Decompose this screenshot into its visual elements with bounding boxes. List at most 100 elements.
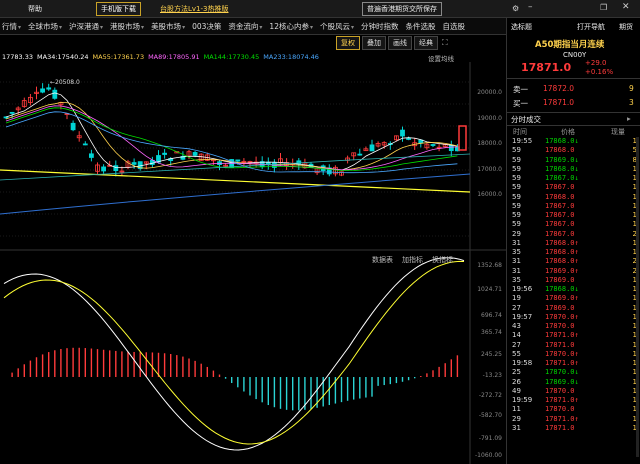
trade-price: 17870.0 xyxy=(545,386,575,395)
nav-item[interactable]: 资金流向 xyxy=(228,21,262,32)
candle-body xyxy=(82,143,88,146)
nav-item[interactable]: 港股市场 xyxy=(110,21,144,32)
trade-time: 19 xyxy=(512,294,521,303)
trade-price: 17869.0 xyxy=(545,303,575,312)
nav-item[interactable]: 003决策 xyxy=(192,21,221,32)
price-change: +29.0 xyxy=(585,59,607,67)
nav-item[interactable]: 条件选股 xyxy=(406,21,436,32)
tab-search-ad[interactable]: 普遍香港期货交所保存 xyxy=(362,2,442,16)
trade-price: 17870.0 xyxy=(545,405,575,414)
candle-body xyxy=(369,144,375,152)
trade-time: 59 xyxy=(512,211,521,219)
trade-direction-icon: ↑ xyxy=(574,266,579,275)
trade-price: 17870.0↑ xyxy=(545,349,579,358)
trade-price: 17868.0↑ xyxy=(545,238,579,247)
draw-button[interactable]: 画线 xyxy=(388,36,412,50)
nav-item[interactable]: 行情 xyxy=(2,21,21,32)
chart-toolbar: 复权 叠加 画线 经典 ⛶ xyxy=(336,35,506,51)
fullscreen-icon[interactable]: ⛶ xyxy=(442,38,448,48)
restore-icon[interactable]: ❐ xyxy=(600,3,607,12)
nav-item[interactable]: 分钟时指数 xyxy=(361,21,399,32)
indicator-tab-switch[interactable]: 换指标 xyxy=(432,255,453,265)
last-price: 17871.0 xyxy=(521,61,572,74)
classic-button[interactable]: 经典 xyxy=(414,36,438,50)
price-tick: 16000.0 xyxy=(477,191,502,198)
trade-row: 27 17871.0 1 xyxy=(507,341,640,350)
header-price: 价格 xyxy=(561,128,575,136)
kline-chart[interactable]: 20000.0 19000.0 18000.0 17000.0 16000.0 1352.… xyxy=(0,62,506,464)
candle-body xyxy=(40,88,45,93)
trade-price: 17867.0 xyxy=(545,183,575,192)
trade-direction-icon: ↓ xyxy=(574,164,579,173)
nav-item[interactable]: 全球市场 xyxy=(28,21,62,32)
price-tick: 17000.0 xyxy=(477,166,502,173)
ask-label: 卖一 xyxy=(513,85,528,94)
trade-time: 59 xyxy=(512,183,521,192)
header-time: 时间 xyxy=(513,128,527,136)
trade-row: 59 17869.0↓ 8 xyxy=(507,156,640,165)
nav-item[interactable]: 沪深港通 xyxy=(69,21,103,32)
trade-price: 17871.0 xyxy=(545,340,575,349)
trade-row: 59 17868.0↓ 1 xyxy=(507,165,640,174)
indicator-tab-data[interactable]: 数据表 xyxy=(372,255,393,265)
trade-row: 19:58 17871.0↑ 1 xyxy=(507,359,640,368)
ma-value: MA233:18074.46 xyxy=(263,53,319,61)
candle-body xyxy=(162,152,168,155)
trade-time: 59 xyxy=(512,192,521,201)
trade-time: 19:59 xyxy=(512,396,533,404)
trade-time: 31 xyxy=(512,423,521,432)
trade-time: 19:55 xyxy=(512,137,533,145)
nav-item[interactable]: 12核心内参 xyxy=(269,21,313,32)
trade-time: 29 xyxy=(512,414,521,423)
trade-time: 59 xyxy=(512,220,521,229)
ma-value: MA144:17730.45 xyxy=(203,53,260,61)
scrollbar[interactable] xyxy=(636,137,639,457)
trade-price: 17868.0↑ xyxy=(545,248,579,256)
adjust-button[interactable]: 复权 xyxy=(336,36,360,50)
trade-time: 35 xyxy=(512,275,521,284)
trade-direction-icon: ↑ xyxy=(574,349,579,358)
trade-list[interactable]: 19:55 17868.0↓ 1 59 17868.0 5 59 17869.0↓ 8 59 178… xyxy=(507,137,640,433)
trade-direction-icon: ↑ xyxy=(574,312,579,321)
trade-row: 43 17870.0 1 xyxy=(507,322,640,331)
trade-time: 59 xyxy=(512,164,521,173)
nav-item[interactable]: 自选股 xyxy=(443,21,466,32)
trade-price: 17870.0 xyxy=(545,322,575,330)
tab-promo[interactable]: 台股方法Lv1-3热推版 xyxy=(160,4,228,14)
candle-body xyxy=(406,138,412,140)
nav-item[interactable]: 个股风云 xyxy=(320,21,354,32)
settings-icon[interactable]: ⚙ xyxy=(512,4,519,13)
right-tab-nav[interactable]: 打开导航 xyxy=(577,22,605,32)
trade-price: 17867.0 xyxy=(545,211,575,219)
right-tab-title[interactable]: 选标题 xyxy=(511,22,532,32)
close-icon[interactable]: ✕ xyxy=(622,2,630,12)
trade-price: 17871.0↑ xyxy=(545,414,579,423)
trade-row: 59 17867.0 1 xyxy=(507,183,640,192)
trade-row: 14 17871.0↑ 1 xyxy=(507,331,640,340)
trade-direction-icon: ↑ xyxy=(574,414,579,423)
trade-time: 11 xyxy=(512,405,521,414)
overlay-button[interactable]: 叠加 xyxy=(362,36,386,50)
peak-label: ←20508.0 xyxy=(50,79,80,86)
expand-icon[interactable]: ▸ xyxy=(627,114,631,123)
nav-item[interactable]: 美股市场 xyxy=(151,21,185,32)
trade-direction-icon: ↓ xyxy=(574,155,579,164)
trade-time: 27 xyxy=(512,303,521,312)
tab-mobile-download[interactable]: 手机版下载 xyxy=(96,2,141,16)
trade-price: 17868.0 xyxy=(545,146,575,155)
macd-tick: 365.74 xyxy=(481,329,502,336)
candle-body xyxy=(448,144,454,152)
trade-row: 59 17867.0 1 xyxy=(507,220,640,229)
trade-time: 19:56 xyxy=(512,285,533,293)
bid-label: 买一 xyxy=(513,99,528,108)
trade-price: 17870.0↓ xyxy=(545,368,579,377)
help-menu[interactable]: 帮助 xyxy=(28,4,42,14)
trade-price: 17868.0 xyxy=(545,192,575,201)
minimize-icon[interactable]: – xyxy=(528,2,533,12)
indicator-tab-add[interactable]: 加指标 xyxy=(402,255,423,265)
trade-price: 17871.0↑ xyxy=(545,331,579,340)
trade-direction-icon: ↑ xyxy=(574,294,579,303)
candle-body xyxy=(52,89,58,99)
trade-price: 17869.0↑ xyxy=(545,294,579,303)
right-tab-futures[interactable]: 期货 xyxy=(619,22,633,32)
